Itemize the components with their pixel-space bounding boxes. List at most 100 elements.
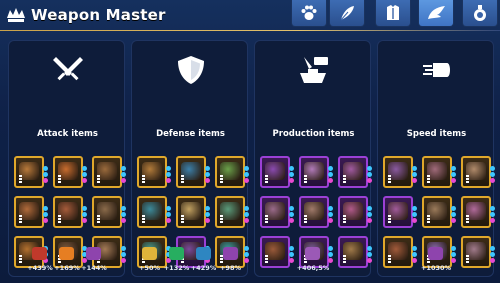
gem-slots	[451, 206, 457, 224]
rank-marks	[265, 215, 268, 224]
gem-slots	[412, 246, 418, 264]
panel-attack-items: Attack items +439% +169% +144%	[8, 40, 126, 277]
item-icon	[181, 202, 201, 220]
rank-marks	[388, 255, 391, 264]
item-slot[interactable]	[461, 156, 495, 188]
item-slot[interactable]	[137, 156, 171, 188]
tab-armor[interactable]	[375, 0, 411, 27]
item-slot[interactable]	[461, 236, 495, 268]
chest-icon	[305, 247, 320, 260]
item-slot[interactable]	[92, 156, 126, 188]
item-slot[interactable]	[422, 156, 456, 188]
item-slot[interactable]	[92, 196, 126, 228]
item-icon	[220, 202, 240, 220]
item-icon	[466, 162, 486, 180]
rank-marks	[304, 175, 307, 184]
panel-title: Defense items	[156, 129, 225, 139]
gem-slots	[490, 206, 496, 224]
rank-marks	[466, 255, 469, 264]
wing-small-icon	[222, 247, 238, 260]
gem-slots	[166, 166, 172, 184]
item-slot[interactable]	[260, 156, 294, 188]
gem-slots	[412, 166, 418, 184]
item-slot[interactable]	[383, 196, 417, 228]
item-slot[interactable]	[260, 236, 294, 268]
item-slot[interactable]	[14, 196, 48, 228]
gem-slots	[82, 206, 88, 224]
tab-paw[interactable]	[291, 0, 327, 27]
item-icon	[265, 162, 285, 180]
item-slot[interactable]	[215, 156, 249, 188]
item-icon	[265, 202, 285, 220]
item-icon	[343, 242, 363, 260]
shield-small-icon	[195, 247, 211, 260]
gem-slots	[244, 206, 250, 224]
potion-icon	[474, 5, 486, 21]
gem-slots	[367, 166, 373, 184]
tab-wing[interactable]	[418, 0, 454, 27]
item-slot[interactable]	[383, 236, 417, 268]
gem-slots	[43, 166, 49, 184]
page-title: Weapon Master	[31, 6, 166, 24]
item-icon	[181, 162, 201, 180]
rank-marks	[388, 175, 391, 184]
shield-icon	[175, 55, 207, 85]
tab-feather[interactable]	[329, 0, 365, 27]
gem-slots	[328, 206, 334, 224]
item-slot[interactable]	[53, 196, 87, 228]
bonus-value: +406,5%	[296, 264, 330, 272]
rank-marks	[142, 215, 145, 224]
item-icon	[388, 242, 408, 260]
panel-title: Production items	[272, 129, 355, 139]
rank-marks	[343, 175, 346, 184]
rank-marks	[142, 175, 145, 184]
armor-icon	[387, 5, 399, 20]
chat-icon	[168, 247, 184, 260]
item-icon	[220, 162, 240, 180]
flame-icon	[59, 247, 74, 260]
item-slot[interactable]	[53, 156, 87, 188]
rank-marks	[19, 215, 22, 224]
gem-slots	[289, 206, 295, 224]
paw-icon	[301, 5, 317, 20]
gem-slots	[121, 166, 127, 184]
production-icon	[298, 55, 330, 85]
item-slot[interactable]	[338, 196, 372, 228]
gem-slots	[367, 246, 373, 264]
item-icon	[19, 162, 39, 180]
sword-icon	[32, 247, 47, 260]
gem-slots	[289, 166, 295, 184]
gem-slots	[328, 166, 334, 184]
item-slot[interactable]	[215, 196, 249, 228]
bonus-value: +1030%	[420, 264, 452, 272]
rank-marks	[343, 255, 346, 264]
panel-production-items: Production items +406,5%	[254, 40, 372, 277]
item-slot[interactable]	[422, 196, 456, 228]
item-slot[interactable]	[383, 156, 417, 188]
item-slot[interactable]	[176, 156, 210, 188]
item-slot[interactable]	[461, 196, 495, 228]
item-slot[interactable]	[338, 236, 372, 268]
item-slot[interactable]	[14, 156, 48, 188]
gem-slots	[451, 166, 457, 184]
gem-slots	[82, 166, 88, 184]
rank-marks	[58, 215, 61, 224]
item-icon	[304, 162, 324, 180]
item-icon	[388, 202, 408, 220]
gem-slots	[121, 206, 127, 224]
item-slot[interactable]	[338, 156, 372, 188]
panel-defense-items: Defense items +50% +132% +429% +98%	[131, 40, 249, 277]
tab-potion[interactable]	[462, 0, 498, 27]
item-icon	[466, 242, 486, 260]
item-icon	[142, 202, 162, 220]
item-slot[interactable]	[137, 196, 171, 228]
crossed-swords-icon	[52, 55, 84, 85]
item-slot[interactable]	[299, 156, 333, 188]
item-slot[interactable]	[260, 196, 294, 228]
rank-marks	[181, 215, 184, 224]
item-icon	[58, 202, 78, 220]
item-slot[interactable]	[176, 196, 210, 228]
rank-marks	[19, 255, 22, 264]
item-slot[interactable]	[299, 196, 333, 228]
dash-icon	[428, 247, 443, 260]
